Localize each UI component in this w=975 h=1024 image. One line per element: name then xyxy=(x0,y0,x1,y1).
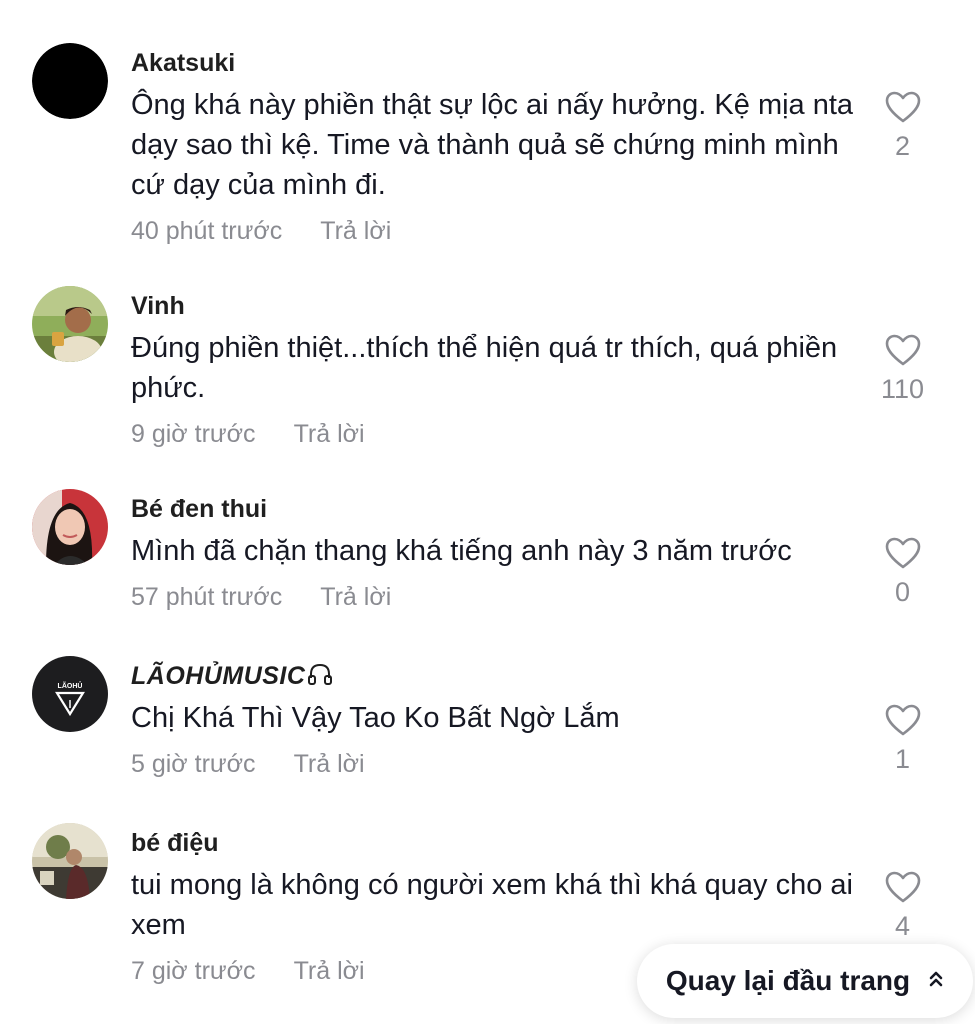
reply-button[interactable]: Trả lời xyxy=(294,750,365,778)
avatar[interactable] xyxy=(32,43,108,119)
like-button[interactable]: 2 xyxy=(860,91,945,162)
reply-button[interactable]: Trả lời xyxy=(294,420,365,448)
like-button[interactable]: 1 xyxy=(860,704,945,775)
like-count: 4 xyxy=(894,911,911,941)
like-button[interactable]: 0 xyxy=(860,537,945,608)
comment-meta: 40 phút trước Trả lời xyxy=(131,217,391,246)
comment-username[interactable]: LÃOHỦMUSIC xyxy=(131,662,333,693)
comment-text: Đúng phiền thiệt...thích thể hiện quá tr… xyxy=(131,332,838,404)
comment-time: 40 phút trước xyxy=(131,217,283,245)
like-button[interactable]: 110 xyxy=(860,334,945,405)
avatar-logo-text: LÃOHỦ xyxy=(58,681,83,690)
like-count: 2 xyxy=(894,131,911,161)
double-chevron-up-icon xyxy=(928,969,944,994)
comment-username[interactable]: bé điệu xyxy=(131,829,219,858)
heart-outline-icon xyxy=(885,704,920,736)
heart-outline-icon xyxy=(885,334,920,366)
comment-time: 7 giờ trước xyxy=(131,957,256,985)
reply-button[interactable]: Trả lời xyxy=(294,957,365,985)
comment-text: Ông khá này phiền thật sự lộc ai nấy hưở… xyxy=(131,89,854,201)
reply-button[interactable]: Trả lời xyxy=(320,583,391,611)
avatar[interactable] xyxy=(32,286,108,362)
comment-username[interactable]: Vinh xyxy=(131,292,185,321)
avatar[interactable] xyxy=(32,489,108,565)
like-count: 1 xyxy=(894,744,911,774)
comment-username-text: LÃOHỦMUSIC xyxy=(131,662,306,691)
comment-text: Mình đã chặn thang khá tiếng anh này 3 n… xyxy=(131,535,792,567)
headphones-icon xyxy=(307,662,333,693)
comment-text: tui mong là không có người xem khá thì k… xyxy=(131,869,853,941)
comment-time: 57 phút trước xyxy=(131,583,283,611)
heart-outline-icon xyxy=(885,537,920,569)
comment-username[interactable]: Akatsuki xyxy=(131,49,235,78)
reply-button[interactable]: Trả lời xyxy=(320,217,391,245)
comment-meta: 57 phút trước Trả lời xyxy=(131,583,391,612)
avatar[interactable] xyxy=(32,823,108,899)
comment-time: 9 giờ trước xyxy=(131,420,256,448)
comment-meta: 9 giờ trước Trả lời xyxy=(131,420,365,449)
like-button[interactable]: 4 xyxy=(860,871,945,942)
heart-outline-icon xyxy=(885,871,920,903)
like-count: 110 xyxy=(880,374,925,404)
comment-meta: 5 giờ trước Trả lời xyxy=(131,750,365,779)
avatar[interactable]: LÃOHỦ xyxy=(32,656,108,732)
back-to-top-label: Quay lại đầu trang xyxy=(665,965,911,996)
comment-time: 5 giờ trước xyxy=(131,750,256,778)
heart-outline-icon xyxy=(885,91,920,123)
comment-text: Chị Khá Thì Vậy Tao Ko Bất Ngờ Lắm xyxy=(131,702,620,734)
comment-meta: 7 giờ trước Trả lời xyxy=(131,957,365,986)
like-count: 0 xyxy=(894,577,911,607)
back-to-top-button[interactable]: Quay lại đầu trang xyxy=(637,944,973,1018)
comment-username[interactable]: Bé đen thui xyxy=(131,495,267,524)
